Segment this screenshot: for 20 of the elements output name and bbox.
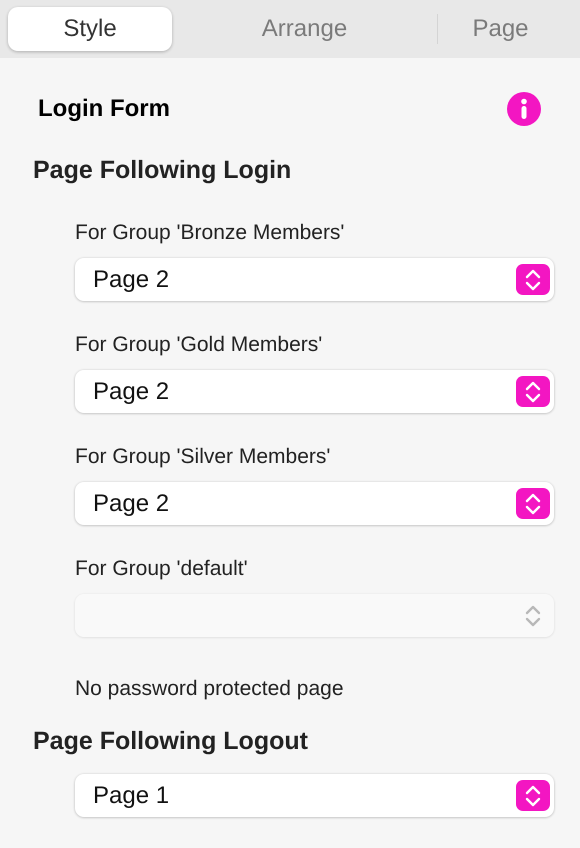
section-heading: Page Following Login — [33, 156, 292, 185]
field-label: For Group 'Silver Members' — [75, 445, 332, 469]
tab[interactable]: Style — [8, 7, 172, 51]
chevron-icon — [516, 780, 550, 811]
page-select[interactable]: Page 1 — [75, 774, 554, 817]
page-select[interactable]: Page 2 — [75, 482, 554, 525]
info-icon[interactable] — [506, 91, 542, 127]
chevron-icon — [516, 488, 550, 519]
field-label: For Group 'Gold Members' — [75, 333, 324, 357]
page-select[interactable]: Page 2 — [75, 258, 554, 301]
tab[interactable]: Page — [438, 7, 563, 51]
chevron-icon — [516, 264, 550, 295]
field-label: For Group 'default' — [75, 557, 249, 581]
field-label: For Group 'Bronze Members' — [75, 221, 346, 245]
panel-title: Login Form — [38, 95, 170, 123]
page-select[interactable]: Page 2 — [75, 370, 554, 413]
section-heading: Page Following Logout — [33, 727, 309, 756]
tab[interactable]: Arrange — [172, 7, 437, 51]
note-text: No password protected page — [75, 677, 344, 701]
chevron-icon — [516, 376, 550, 407]
